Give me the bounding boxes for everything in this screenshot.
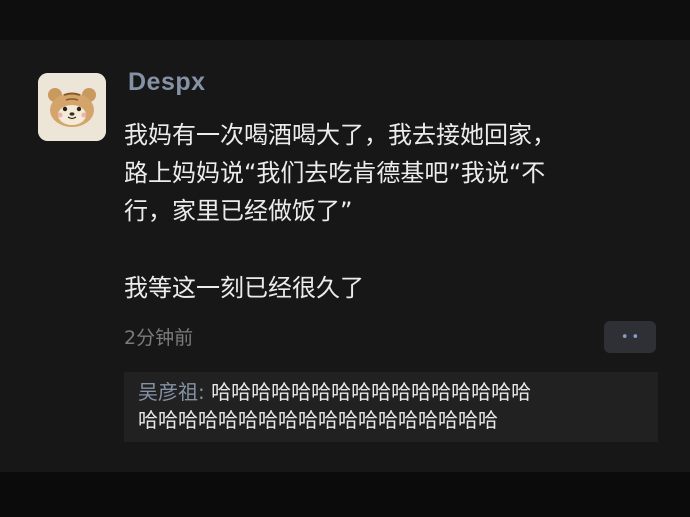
comment-line: 哈哈哈哈哈哈哈哈哈哈哈哈哈哈哈哈哈哈 [138, 406, 644, 434]
comment-text: 哈哈哈哈哈哈哈哈哈哈哈哈哈哈哈哈哈哈 [138, 408, 498, 432]
avatar[interactable] [38, 73, 106, 141]
post-line: 我等这一刻已经很久了 [124, 274, 364, 302]
username[interactable]: Despx [128, 68, 206, 97]
comment-author[interactable]: 吴彦祖 [138, 380, 198, 404]
comment-text: 哈哈哈哈哈哈哈哈哈哈哈哈哈哈哈哈 [211, 380, 532, 404]
post-line: 我妈有一次喝酒喝大了，我去接她回家， [124, 121, 556, 149]
post-body: 我妈有一次喝酒喝大了，我去接她回家， 路上妈妈说“我们去吃肯德基吧”我说“不 行… [124, 116, 664, 307]
comment-box: 吴彦祖: 哈哈哈哈哈哈哈哈哈哈哈哈哈哈哈哈 哈哈哈哈哈哈哈哈哈哈哈哈哈哈哈哈哈哈 [124, 372, 658, 442]
more-dots-icon: •• [620, 329, 643, 345]
comment-separator: : [198, 380, 212, 404]
post-line: 行，家里已经做饭了” [124, 197, 353, 225]
more-options-button[interactable]: •• [604, 321, 656, 353]
post-line: 路上妈妈说“我们去吃肯德基吧”我说“不 [124, 159, 546, 187]
comment-line: 吴彦祖: 哈哈哈哈哈哈哈哈哈哈哈哈哈哈哈哈 [138, 378, 644, 406]
bottom-strip [0, 472, 690, 517]
post-timestamp: 2分钟前 [124, 327, 194, 349]
cartoon-bear-avatar-icon [38, 73, 106, 141]
